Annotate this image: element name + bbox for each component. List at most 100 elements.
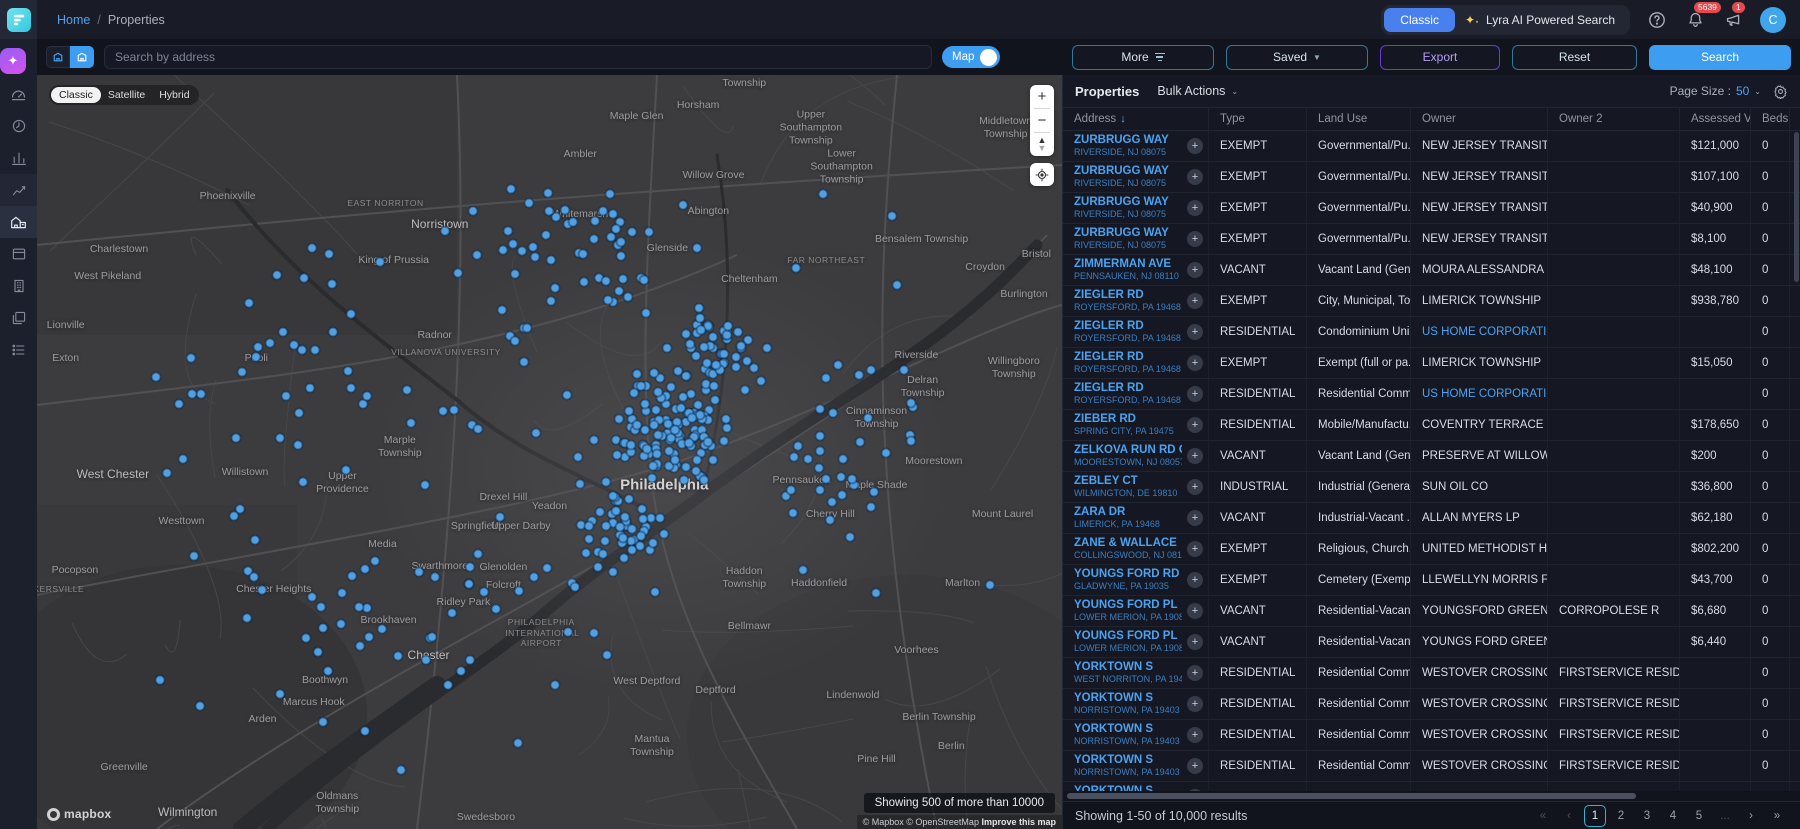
property-marker[interactable] (636, 381, 646, 391)
map-canvas[interactable]: Township Horsham Maple Glen Upper Southampt… (37, 75, 1062, 829)
property-marker[interactable] (465, 655, 475, 665)
property-marker[interactable] (626, 440, 636, 450)
property-marker[interactable] (632, 369, 642, 379)
address-link[interactable]: ZURBRUGG WAY (1074, 165, 1169, 178)
add-to-list-button[interactable]: + (1187, 324, 1203, 340)
address-link[interactable]: ZURBRUGG WAY (1074, 227, 1169, 240)
address-link[interactable]: YOUNGS FORD PL (1074, 630, 1182, 643)
table-row[interactable]: ZURBRUGG WAY RIVERSIDE, NJ 08075 + EXEMPT Go… (1063, 162, 1800, 193)
address-link[interactable]: ZIEBER RD (1074, 413, 1174, 426)
property-marker[interactable] (608, 491, 618, 501)
property-marker[interactable] (360, 726, 370, 736)
property-marker[interactable] (786, 485, 796, 495)
property-marker[interactable] (798, 565, 808, 575)
column-header-type[interactable]: Type (1209, 108, 1307, 130)
property-marker[interactable] (866, 502, 876, 512)
property-marker[interactable] (297, 345, 307, 355)
property-marker[interactable] (639, 275, 649, 285)
property-marker[interactable] (343, 366, 353, 376)
property-marker[interactable] (272, 270, 282, 280)
property-marker[interactable] (693, 400, 703, 410)
property-marker[interactable] (696, 325, 706, 335)
property-marker[interactable] (815, 446, 825, 456)
property-marker[interactable] (341, 465, 351, 475)
property-marker[interactable] (318, 717, 328, 727)
property-marker[interactable] (196, 389, 206, 399)
property-marker[interactable] (598, 206, 608, 216)
sidebar-item-clock[interactable] (0, 110, 37, 142)
property-marker[interactable] (370, 556, 380, 566)
add-to-list-button[interactable]: + (1187, 510, 1203, 526)
horizontal-scrollbar-thumb[interactable] (1067, 793, 1636, 799)
property-marker[interactable] (242, 613, 252, 623)
property-marker[interactable] (678, 200, 688, 210)
property-marker[interactable] (578, 249, 588, 259)
property-marker[interactable] (827, 497, 837, 507)
property-marker[interactable] (589, 435, 599, 445)
property-marker[interactable] (495, 512, 505, 522)
property-marker[interactable] (681, 462, 691, 472)
vertical-scrollbar[interactable] (1794, 132, 1799, 790)
property-marker[interactable] (473, 424, 483, 434)
property-marker[interactable] (653, 387, 663, 397)
property-marker[interactable] (699, 342, 709, 352)
property-marker[interactable] (278, 327, 288, 337)
vertical-scrollbar-thumb[interactable] (1794, 132, 1799, 282)
property-marker[interactable] (666, 382, 676, 392)
property-marker[interactable] (855, 437, 865, 447)
property-marker[interactable] (866, 365, 876, 375)
property-marker[interactable] (377, 624, 387, 634)
property-marker[interactable] (508, 239, 518, 249)
property-marker[interactable] (195, 701, 205, 711)
property-marker[interactable] (845, 532, 855, 542)
property-marker[interactable] (323, 666, 333, 676)
property-marker[interactable] (543, 188, 553, 198)
property-marker[interactable] (676, 403, 686, 413)
property-marker[interactable] (362, 391, 372, 401)
property-marker[interactable] (479, 587, 489, 597)
property-marker[interactable] (337, 588, 347, 598)
property-marker[interactable] (364, 632, 374, 642)
table-row[interactable]: YORKTOWN SNORRISTOWN, PA 19403 + RESIDENTI… (1063, 689, 1800, 720)
property-marker[interactable] (524, 198, 534, 208)
property-marker[interactable] (762, 343, 772, 353)
property-marker[interactable] (615, 522, 625, 532)
property-marker[interactable] (649, 368, 659, 378)
property-marker[interactable] (638, 514, 648, 524)
table-row[interactable]: ZIMMERMAN AVE PENNSAUKEN, NJ 08110 + VACANT… (1063, 255, 1800, 286)
property-marker[interactable] (593, 562, 603, 572)
property-marker[interactable] (684, 438, 694, 448)
property-marker[interactable] (328, 327, 338, 337)
add-to-list-button[interactable]: + (1187, 696, 1203, 712)
column-header-owner-2[interactable]: Owner 2 (1548, 108, 1680, 130)
sidebar-item-list[interactable] (0, 334, 37, 366)
property-marker[interactable] (281, 391, 291, 401)
property-marker[interactable] (316, 602, 326, 612)
address-link[interactable]: ZEBLEY CT (1074, 475, 1177, 488)
search-input[interactable] (104, 45, 932, 69)
property-marker[interactable] (550, 680, 560, 690)
property-marker[interactable] (249, 572, 259, 582)
property-marker[interactable] (624, 494, 634, 504)
property-marker[interactable] (151, 372, 161, 382)
property-marker[interactable] (393, 651, 403, 661)
compass-icon[interactable]: ▲ ▼ (1030, 133, 1054, 156)
property-marker[interactable] (430, 572, 440, 582)
property-marker[interactable] (603, 295, 613, 305)
property-marker[interactable] (514, 586, 524, 596)
property-marker[interactable] (791, 263, 801, 273)
property-marker[interactable] (573, 452, 583, 462)
add-to-list-button[interactable]: + (1187, 634, 1203, 650)
address-link[interactable]: ZARA DR (1074, 506, 1160, 519)
address-link[interactable]: YORKTOWN S (1074, 692, 1180, 705)
sidebar-item-card[interactable] (0, 238, 37, 270)
property-marker[interactable] (250, 535, 260, 545)
property-marker[interactable] (473, 549, 483, 559)
property-marker[interactable] (294, 408, 304, 418)
address-link[interactable]: ZIEGLER RD (1074, 289, 1181, 302)
previous-page-button[interactable]: ‹ (1558, 805, 1580, 827)
property-marker[interactable] (570, 582, 580, 592)
property-marker[interactable] (231, 433, 241, 443)
property-marker[interactable] (542, 563, 552, 573)
property-marker[interactable] (881, 448, 891, 458)
